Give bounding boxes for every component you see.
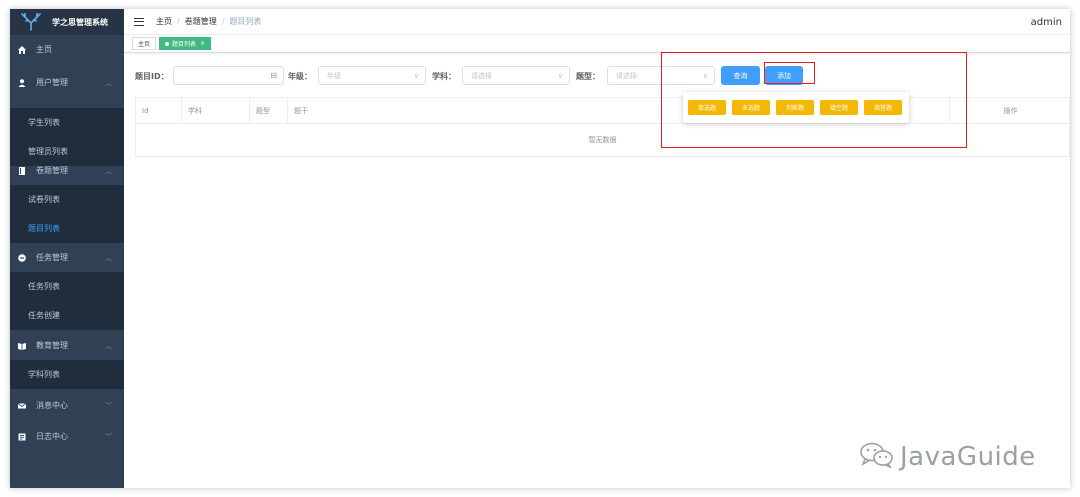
sidebar-item-task-management[interactable]: 任务管理 ︿ (10, 243, 124, 272)
sidebar-item-label: 消息中心 (36, 401, 68, 410)
column-header-id: Id (136, 98, 182, 124)
watermark-text: JavaGuide (900, 442, 1036, 472)
main-content: 主页 / 卷题管理 / 题目列表 admin 主页 题目列表 × 题目ID： ⊟… (124, 9, 1070, 488)
navbar: 主页 / 卷题管理 / 题目列表 admin (124, 9, 1070, 35)
sidebar-item-message-center[interactable]: 消息中心 ﹀ (10, 391, 124, 420)
sidebar-item-log-center[interactable]: 日志中心 ﹀ (10, 422, 124, 451)
user-icon (18, 78, 26, 87)
grade-label: 年级： (288, 72, 312, 81)
breadcrumb: 主页 / 卷题管理 / 题目列表 (156, 16, 262, 27)
sidebar-subitem-task-create[interactable]: 任务创建 (10, 301, 124, 330)
grade-select[interactable]: 年级 ∨ (318, 66, 426, 85)
sidebar-item-label: 用户管理 (36, 78, 68, 87)
tag-question-list[interactable]: 题目列表 × (159, 37, 212, 50)
wechat-icon (860, 442, 894, 472)
chevron-down-icon: ﹀ (105, 432, 112, 441)
user-menu[interactable]: admin (1031, 17, 1062, 28)
chevron-down-icon: ﹀ (105, 401, 112, 410)
tags-view: 主页 题目列表 × (124, 35, 1070, 53)
breadcrumb-current: 题目列表 (229, 17, 262, 26)
sidebar-subitem-question-list[interactable]: 题目列表 (10, 214, 124, 243)
chevron-down-icon: ∨ (413, 71, 419, 80)
question-id-input[interactable]: ⊟ (173, 66, 284, 85)
sidebar-item-home[interactable]: 主页 (10, 35, 124, 64)
chevron-up-icon: ︿ (105, 166, 112, 175)
log-icon (18, 433, 26, 441)
sidebar-item-exam-management[interactable]: 卷题管理 ︿ (10, 156, 124, 185)
hamburger-menu-icon[interactable] (134, 17, 144, 26)
number-input-icon: ⊟ (270, 71, 277, 80)
chevron-down-icon: ∨ (557, 71, 563, 80)
grade-placeholder: 年级 (327, 71, 341, 80)
tag-label: 题目列表 (172, 41, 197, 48)
close-icon[interactable]: × (200, 40, 205, 47)
book-icon (18, 166, 26, 175)
app-window: 学之思管理系统 主页 用户管理 ︿ 学生列表 管理员列表 卷题管理 ︿ 试卷列表… (10, 9, 1070, 488)
sidebar-item-label: 卷题管理 (36, 166, 68, 175)
column-header-actions: 操作 (1003, 107, 1018, 115)
sidebar-item-label: 教育管理 (36, 341, 68, 350)
column-header-subject: 学科 (182, 98, 250, 124)
sidebar-item-education-management[interactable]: 教育管理 ︿ (10, 331, 124, 360)
task-icon (18, 253, 26, 262)
column-header-type: 题型 (250, 98, 288, 124)
question-type-placeholder: 请选择 (616, 71, 637, 80)
breadcrumb-section[interactable]: 卷题管理 (185, 16, 217, 27)
home-icon (18, 45, 26, 54)
sidebar-item-label: 主页 (36, 45, 52, 54)
question-id-label: 题目ID： (135, 72, 169, 81)
sidebar-item-label: 任务管理 (36, 253, 68, 262)
chevron-up-icon: ︿ (105, 78, 112, 87)
annotation-add-button-box (764, 62, 815, 84)
sidebar-logo[interactable]: 学之思管理系统 (10, 9, 124, 35)
chevron-up-icon: ︿ (105, 253, 112, 262)
mail-icon (18, 402, 26, 410)
app-title: 学之思管理系统 (52, 17, 108, 27)
sidebar-subitem-student-list[interactable]: 学生列表 (10, 108, 124, 137)
chevron-up-icon: ︿ (105, 341, 112, 350)
sidebar-item-user-management[interactable]: 用户管理 ︿ (10, 68, 124, 97)
subject-label: 学科： (432, 72, 456, 81)
education-icon (18, 342, 26, 350)
watermark: JavaGuide (860, 442, 1036, 472)
sidebar-subitem-paper-list[interactable]: 试卷列表 (10, 185, 124, 214)
question-type-label: 题型： (576, 72, 600, 81)
sidebar-subitem-subject-list[interactable]: 学科列表 (10, 360, 124, 389)
sidebar-item-label: 日志中心 (36, 432, 68, 441)
subject-placeholder: 请选择 (471, 71, 492, 80)
tag-home[interactable]: 主页 (132, 37, 157, 50)
breadcrumb-home[interactable]: 主页 (156, 16, 172, 27)
sidebar: 学之思管理系统 主页 用户管理 ︿ 学生列表 管理员列表 卷题管理 ︿ 试卷列表… (10, 9, 124, 488)
antler-logo-icon (20, 13, 42, 31)
subject-select[interactable]: 请选择 ∨ (462, 66, 570, 85)
tag-label: 主页 (138, 41, 151, 48)
active-dot-icon (165, 41, 170, 46)
sidebar-subitem-task-list[interactable]: 任务列表 (10, 272, 124, 301)
